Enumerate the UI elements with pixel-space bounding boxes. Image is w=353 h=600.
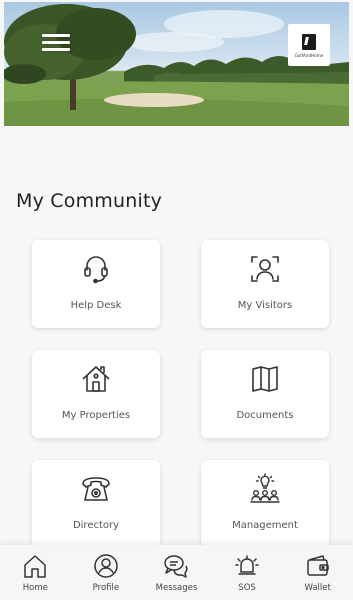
headset-icon: [84, 256, 108, 284]
hero-banner: GolfAndHome: [4, 2, 349, 126]
profile-icon: [94, 554, 118, 578]
hamburger-menu-icon: [42, 34, 70, 37]
nav-home[interactable]: Home: [5, 553, 65, 593]
nav-profile[interactable]: Profile: [76, 553, 136, 593]
visitor-scan-icon: [251, 256, 279, 282]
tile-help-desk[interactable]: Help Desk: [32, 240, 160, 328]
nav-sos[interactable]: SOS: [217, 553, 277, 593]
nav-messages[interactable]: Messages: [146, 553, 206, 593]
tile-label: Management: [232, 520, 298, 531]
home-icon: [24, 555, 47, 578]
nav-label: Home: [22, 583, 48, 593]
tile-management[interactable]: Management: [201, 460, 329, 548]
logo-mark-icon: [302, 34, 316, 50]
tile-my-properties[interactable]: My Properties: [32, 350, 160, 438]
menu-button[interactable]: [42, 34, 70, 56]
tile-documents[interactable]: Documents: [201, 350, 329, 438]
sos-bell-icon: [235, 555, 259, 575]
tile-label: Documents: [236, 410, 294, 421]
tile-directory[interactable]: Directory: [32, 460, 160, 548]
tile-my-visitors[interactable]: My Visitors: [201, 240, 329, 328]
logo-text: GolfAndHome: [294, 53, 324, 58]
app-screen: GolfAndHome My Community Help Desk My Vi…: [0, 0, 353, 600]
house-icon: [82, 366, 110, 392]
telephone-icon: [82, 477, 110, 501]
tile-label: Help Desk: [70, 300, 122, 311]
tile-label: Directory: [72, 520, 120, 531]
nav-label: Messages: [155, 583, 198, 593]
tile-label: My Properties: [61, 410, 131, 421]
tile-label: My Visitors: [237, 300, 293, 311]
nav-label: SOS: [238, 583, 256, 593]
open-book-icon: [252, 366, 278, 392]
wallet-icon: [306, 555, 329, 576]
nav-wallet[interactable]: Wallet: [288, 553, 348, 593]
nav-label: Wallet: [304, 583, 331, 593]
messages-icon: [164, 555, 189, 578]
management-team-icon: [250, 473, 280, 503]
bottom-navigation: Home Profile Messages SOS Wallet: [0, 545, 353, 600]
app-logo: GolfAndHome: [288, 24, 330, 66]
nav-label: Profile: [92, 583, 120, 593]
page-title: My Community: [16, 190, 163, 212]
